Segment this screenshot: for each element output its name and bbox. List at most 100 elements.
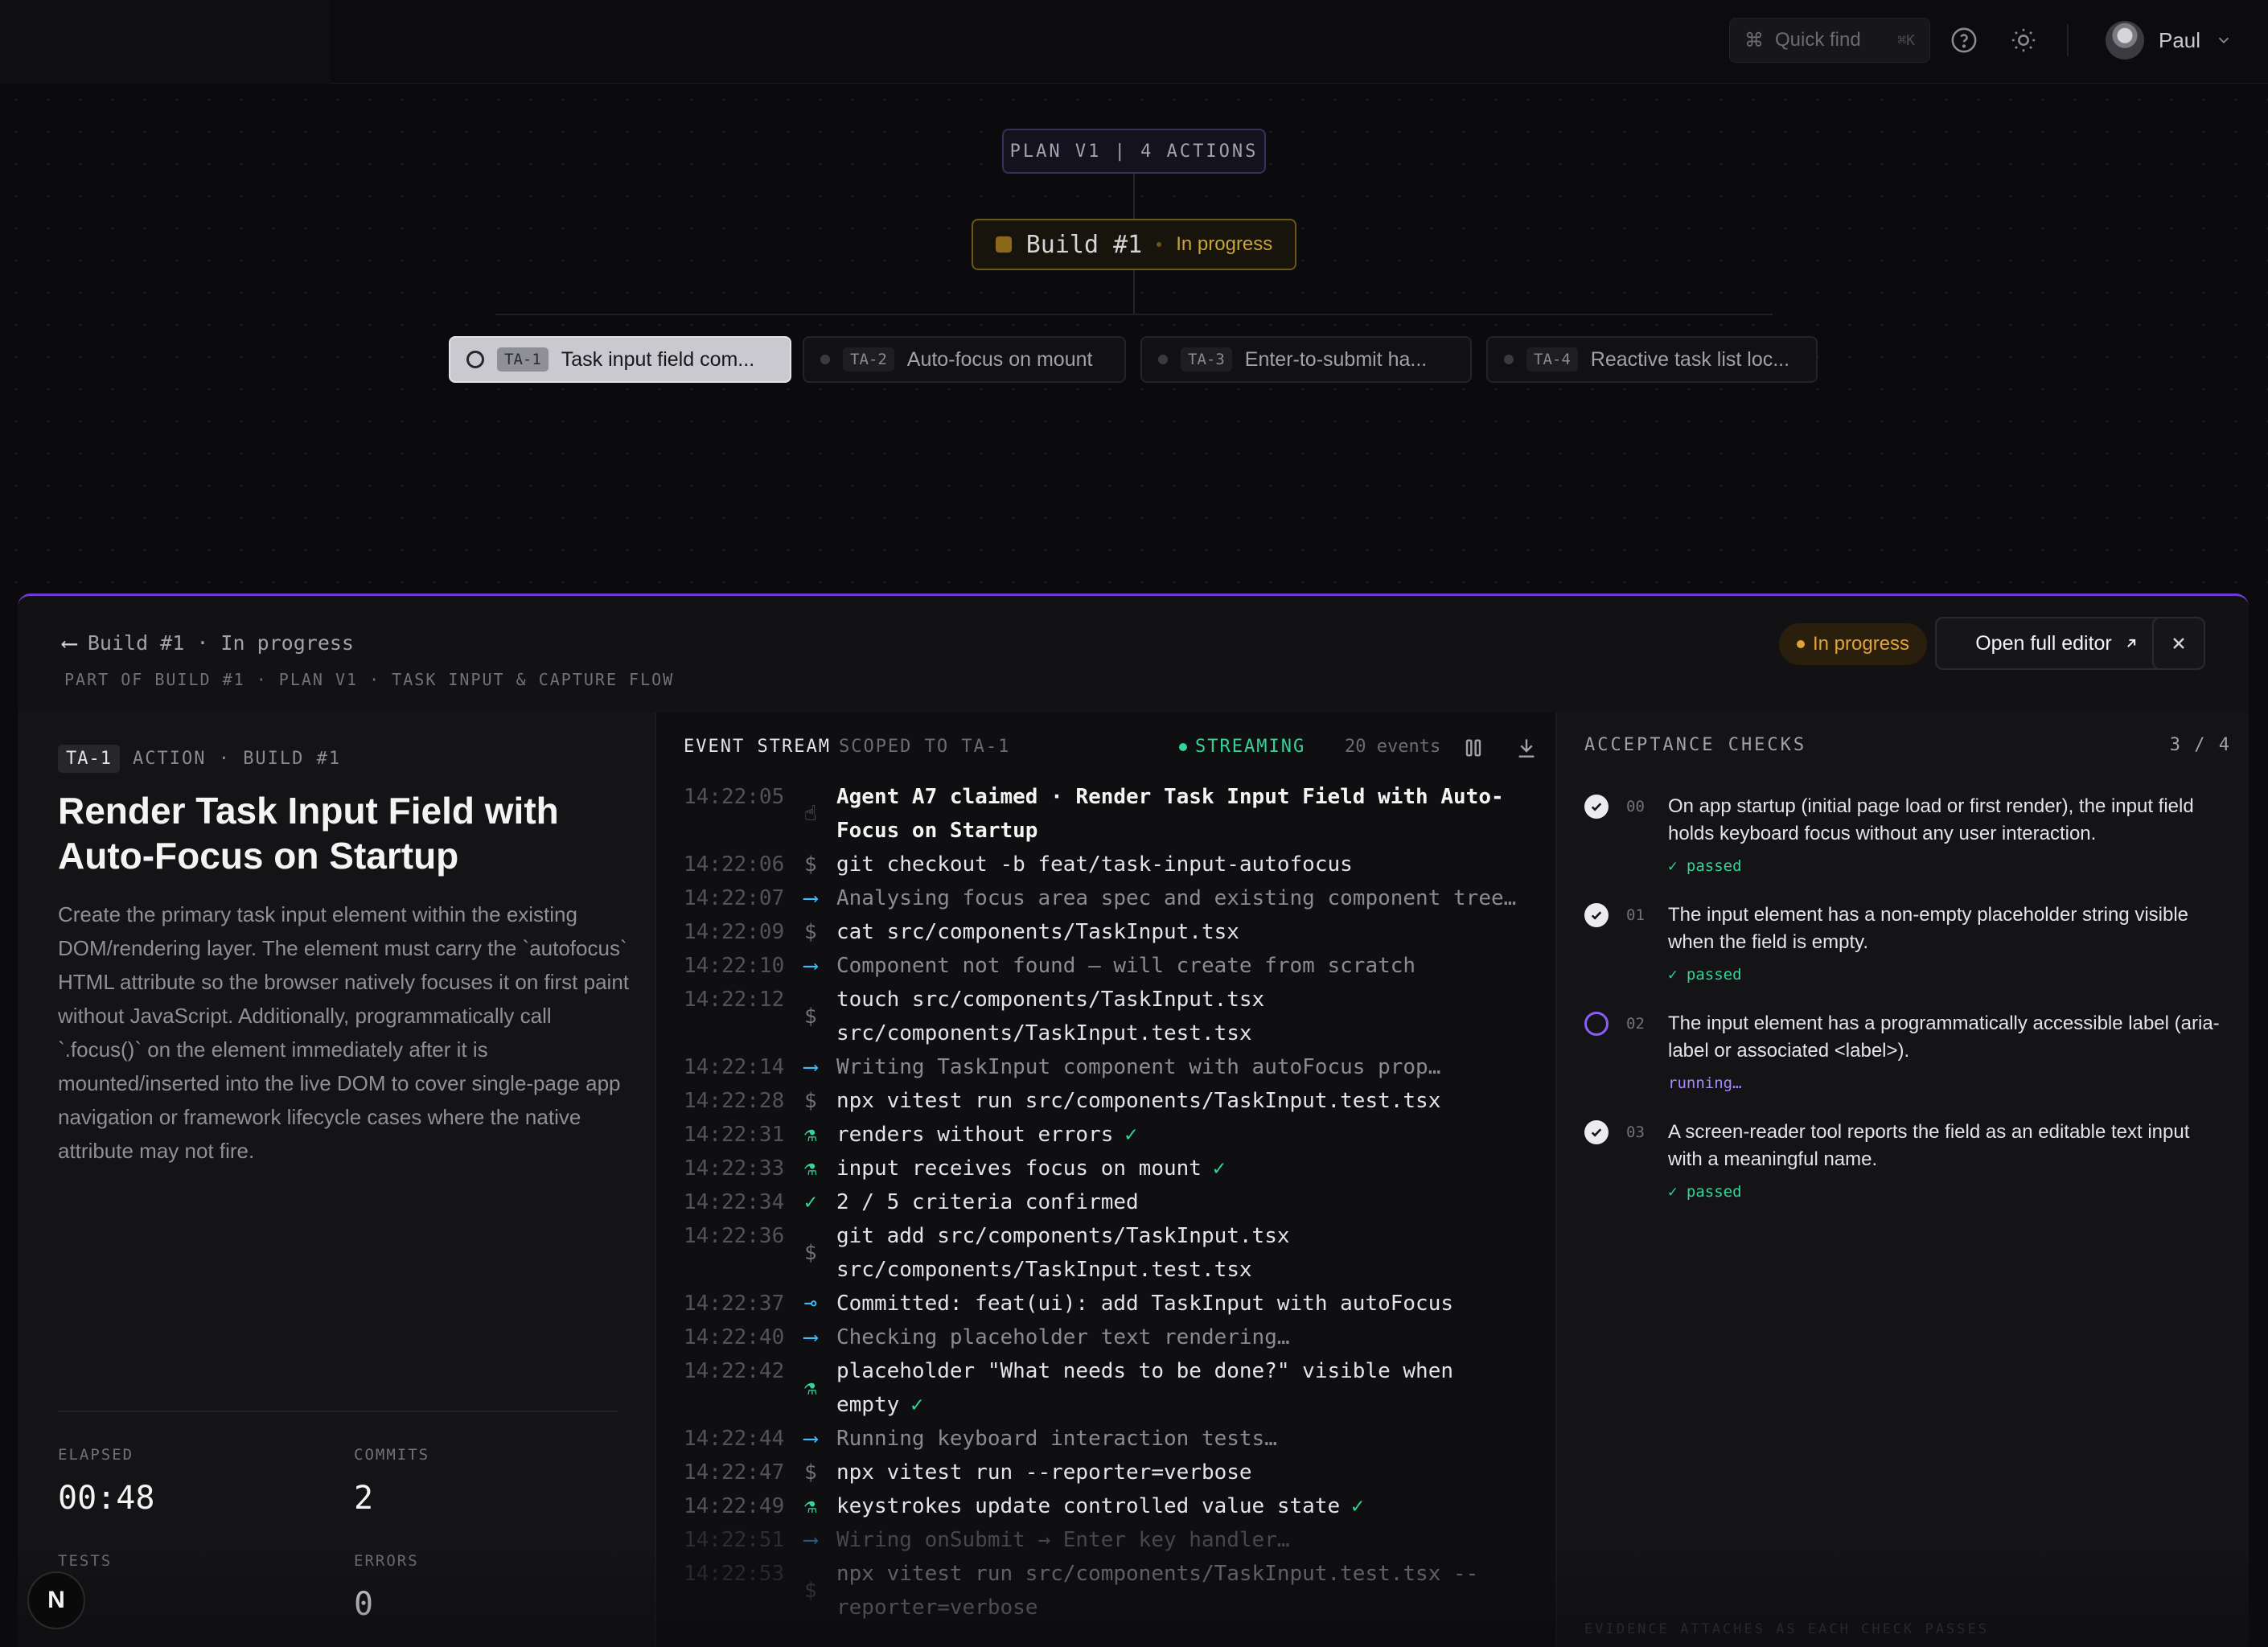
help-icon[interactable] xyxy=(1948,24,1980,56)
dev-tools-button[interactable]: N xyxy=(27,1571,85,1629)
event-timestamp: 14:22:12 xyxy=(684,988,785,1012)
user-name: Paul xyxy=(2159,27,2201,52)
event-text: renders without errors ✓ xyxy=(836,1118,1552,1152)
event-text: Checking placeholder text rendering… xyxy=(836,1320,1552,1354)
event-row: 14:22:06 $ git checkout -b feat/task-input… xyxy=(684,848,1552,881)
acceptance-check[interactable]: 01 The input element has a non-empty plac… xyxy=(1584,902,2228,998)
stat-value: 2 xyxy=(354,1480,374,1517)
action-meta: ACTION · BUILD #1 xyxy=(132,749,342,769)
build-node[interactable]: Build #1 In progress xyxy=(972,219,1296,270)
event-text: git add src/components/TaskInput.tsx src… xyxy=(836,1219,1552,1287)
checkmark-icon: ✓ xyxy=(804,1190,817,1214)
action-node-ta-4[interactable]: TA-4 Reactive task list loc... xyxy=(1486,336,1818,383)
event-timestamp: 14:22:31 xyxy=(684,1123,785,1147)
event-row: 14:22:44 ⟶ Running keyboard interaction te… xyxy=(684,1422,1552,1456)
pass-checkmark: ✓ xyxy=(1212,1156,1226,1181)
event-message: Analysing focus area spec and existing c… xyxy=(836,886,1517,910)
pause-icon[interactable] xyxy=(1461,735,1486,761)
status-dot-icon xyxy=(1797,640,1805,648)
check-text: On app startup (initial page load or fir… xyxy=(1668,795,2194,844)
event-row: 14:22:51 ⟶ Wiring onSubmit → Enter key han… xyxy=(684,1523,1552,1557)
action-tag: TA-3 xyxy=(1181,347,1232,372)
acceptance-check[interactable]: 00 On app startup (initial page load or f… xyxy=(1584,793,2228,889)
action-tag: TA-1 xyxy=(58,745,120,773)
close-button[interactable] xyxy=(2152,617,2205,670)
flask-icon: ⚗ xyxy=(804,1494,817,1518)
flask-icon: ⚗ xyxy=(804,1123,817,1147)
status-dot-icon xyxy=(820,355,830,364)
event-timestamp: 14:22:49 xyxy=(684,1494,785,1518)
action-node-ta-3[interactable]: TA-3 Enter-to-submit ha... xyxy=(1140,336,1472,383)
quick-find-button[interactable]: ⌘ Quick find ⌘K xyxy=(1729,18,1930,63)
event-timestamp: 14:22:40 xyxy=(684,1325,785,1349)
event-row: 14:22:53 $ npx vitest run src/components/T… xyxy=(684,1557,1552,1624)
action-label: Reactive task list loc... xyxy=(1590,347,1790,371)
stat-value: 0 xyxy=(354,1586,374,1623)
back-arrow-icon[interactable]: ⟵ xyxy=(63,630,76,656)
event-text: input receives focus on mount ✓ xyxy=(836,1152,1552,1185)
check-running-icon xyxy=(1584,1012,1609,1036)
acceptance-check[interactable]: 03 A screen-reader tool reports the field… xyxy=(1584,1119,2228,1215)
plan-node[interactable]: PLAN V1 | 4 ACTIONS xyxy=(1002,129,1266,174)
event-row: 14:22:49 ⚗ keystrokes update controlled va… xyxy=(684,1489,1552,1523)
event-row: 14:22:14 ⟶ Writing TaskInput component wit… xyxy=(684,1050,1552,1084)
streaming-indicator: STREAMING xyxy=(1179,737,1305,757)
check-done-icon xyxy=(1584,903,1609,927)
acceptance-check[interactable]: 02 The input element has a programmatical… xyxy=(1584,1010,2228,1107)
event-timestamp: 14:22:37 xyxy=(684,1292,785,1316)
event-row: 14:22:07 ⟶ Analysing focus area spec and e… xyxy=(684,881,1552,915)
action-node-ta-1[interactable]: TA-1 Task input field com... xyxy=(449,336,791,383)
acceptance-checks-count: 3 / 4 xyxy=(2169,735,2231,755)
event-text: git checkout -b feat/task-input-autofocu… xyxy=(836,848,1552,881)
action-tag: TA-4 xyxy=(1526,347,1578,372)
check-number: 00 xyxy=(1626,798,1645,815)
terminal-prompt-icon: $ xyxy=(804,1579,817,1603)
arrow-right-icon: ⟶ xyxy=(804,1427,817,1451)
stat-commits: COMMITS 2 xyxy=(354,1446,429,1517)
event-message: Committed: feat(ui): add TaskInput with … xyxy=(836,1292,1454,1316)
top-bar: ⌘ Quick find ⌘K Paul xyxy=(0,0,2268,84)
event-text: 2 / 5 criteria confirmed xyxy=(836,1185,1552,1219)
action-description: Create the primary task input element wi… xyxy=(58,902,630,1163)
event-text: Wiring onSubmit → Enter key handler… xyxy=(836,1523,1552,1557)
terminal-prompt-icon: $ xyxy=(804,920,817,944)
event-timestamp: 14:22:42 xyxy=(684,1359,785,1383)
event-timestamp: 14:22:14 xyxy=(684,1055,785,1079)
event-row: 14:22:34 ✓ 2 / 5 criteria confirmed xyxy=(684,1185,1552,1219)
status-ring-icon xyxy=(466,351,484,368)
event-message: Writing TaskInput component with autoFoc… xyxy=(836,1055,1441,1079)
quick-find-label: Quick find xyxy=(1775,29,1861,51)
action-label: Auto-focus on mount xyxy=(906,347,1093,371)
plan-canvas: PLAN V1 | 4 ACTIONS Build #1 In progress… xyxy=(0,84,2268,598)
user-menu[interactable]: Paul xyxy=(2106,18,2233,63)
check-number: 03 xyxy=(1626,1123,1645,1141)
sidebar-stub xyxy=(0,0,330,84)
live-dot-icon xyxy=(1179,742,1187,751)
event-timestamp: 14:22:44 xyxy=(684,1427,785,1451)
terminal-prompt-icon: $ xyxy=(804,1460,817,1485)
action-node-ta-2[interactable]: TA-2 Auto-focus on mount xyxy=(803,336,1126,383)
stat-errors: ERRORS 0 xyxy=(354,1552,419,1623)
event-message: git add src/components/TaskInput.tsx src… xyxy=(836,1224,1303,1282)
event-text: touch src/components/TaskInput.tsx src/c… xyxy=(836,983,1552,1050)
command-icon: ⌘ xyxy=(1744,29,1764,51)
event-timestamp: 14:22:06 xyxy=(684,852,785,877)
arrow-right-icon: ⟶ xyxy=(804,1055,817,1079)
event-message: Checking placeholder text rendering… xyxy=(836,1325,1290,1349)
breadcrumb[interactable]: ⟵ Build #1 · In progress xyxy=(63,630,354,656)
download-icon[interactable] xyxy=(1514,735,1539,761)
arrow-right-icon: ⟶ xyxy=(804,954,817,978)
external-arrow-icon xyxy=(2126,639,2135,647)
check-done-icon xyxy=(1584,1120,1609,1144)
action-tag: TA-2 xyxy=(843,347,894,372)
event-timestamp: 14:22:28 xyxy=(684,1089,785,1113)
check-text: The input element has a programmatically… xyxy=(1668,1012,2220,1062)
theme-toggle-icon[interactable] xyxy=(2007,24,2040,56)
terminal-prompt-icon: $ xyxy=(804,1004,817,1029)
avatar xyxy=(2106,21,2144,60)
event-timestamp: 14:22:07 xyxy=(684,886,785,910)
arrow-right-icon: ⟶ xyxy=(804,1528,817,1552)
open-full-editor-button[interactable]: Open full editor xyxy=(1935,617,2180,670)
status-badge-label: In progress xyxy=(1813,633,1910,655)
event-row: 14:22:05 ☝ Agent A7 claimed · Render Task … xyxy=(684,780,1552,848)
